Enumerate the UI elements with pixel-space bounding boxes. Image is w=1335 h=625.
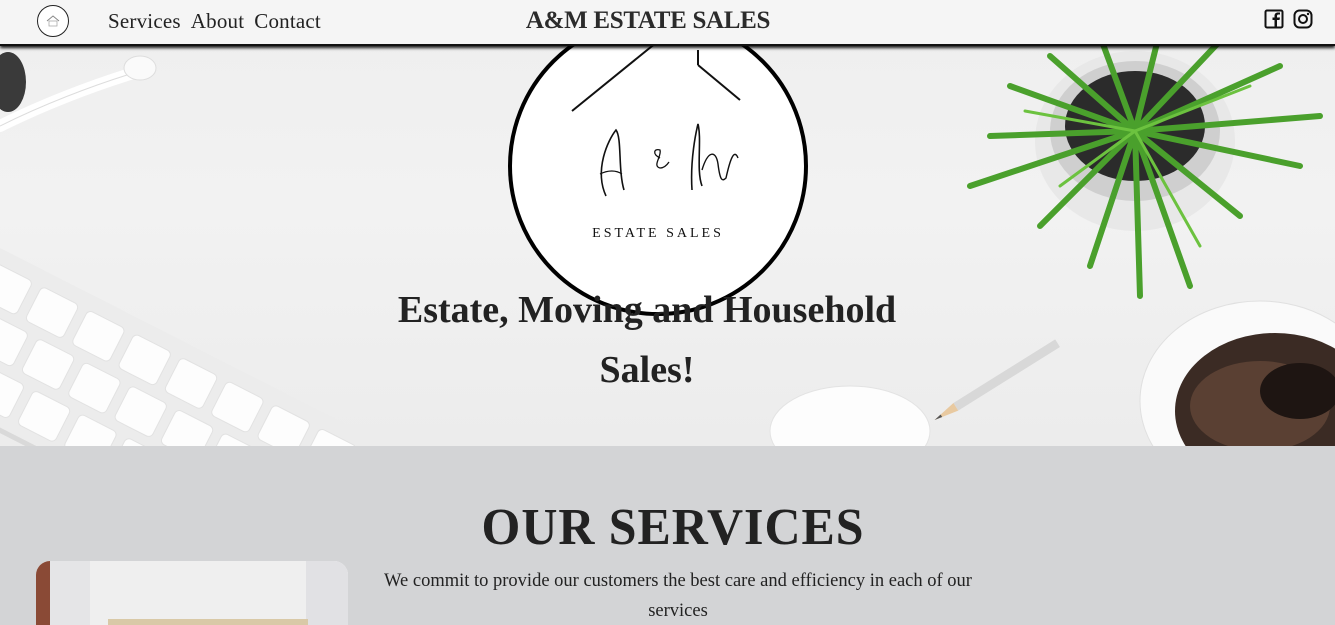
social-links [1264, 9, 1313, 29]
site-brand[interactable]: A&M ESTATE SALES [0, 7, 1296, 35]
services-heading: OUR SERVICES [481, 499, 865, 556]
hero-title: Estate, Moving and Household Sales! [397, 289, 897, 391]
brand-logo-emblem: ESTATE SALES [508, 46, 808, 316]
hero-section: ESTATE SALES Estate, Moving and Househol… [0, 46, 1335, 446]
facebook-icon[interactable] [1264, 9, 1284, 29]
logo-subtitle: ESTATE SALES [592, 226, 724, 241]
navbar: Services About Contact A&M ESTATE SALES [0, 0, 1335, 46]
services-section: OUR SERVICES We commit to provide our cu… [0, 446, 1335, 625]
instagram-icon[interactable] [1293, 9, 1313, 29]
services-description: We commit to provide our customers the b… [384, 571, 972, 621]
house-outline-icon [571, 46, 741, 197]
service-card-image[interactable] [36, 561, 348, 625]
room-photo-image [36, 561, 348, 625]
